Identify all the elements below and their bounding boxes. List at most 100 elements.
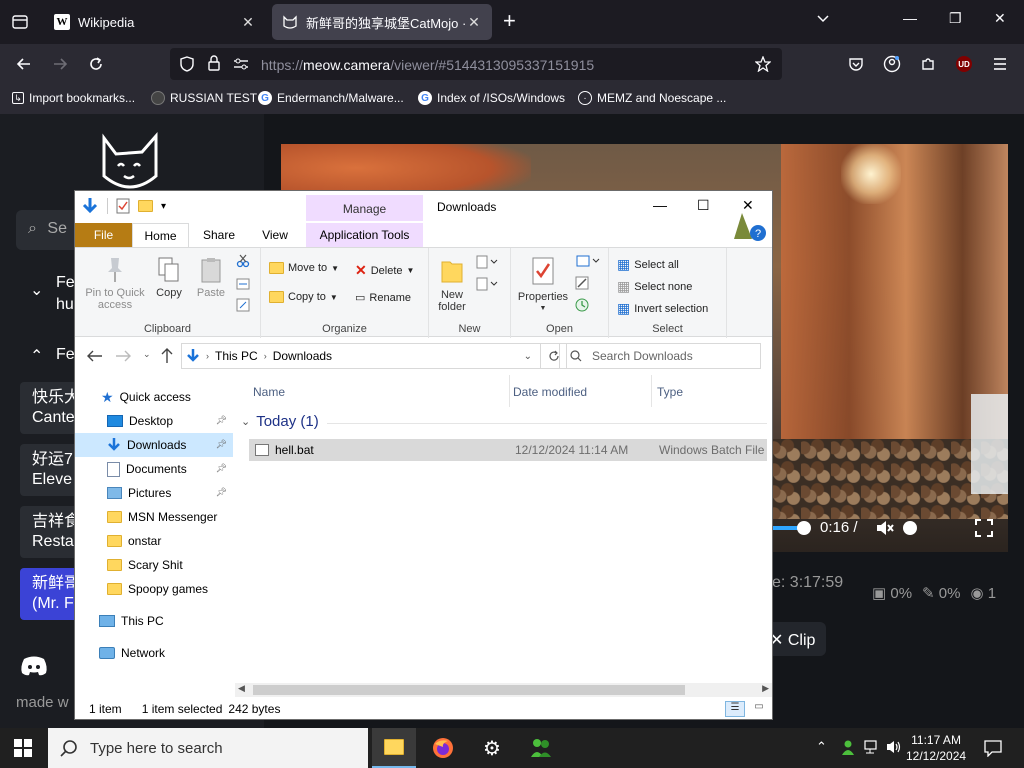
cut-icon[interactable]: [236, 254, 250, 268]
paste-shortcut-icon[interactable]: [236, 298, 250, 312]
explorer-maximize-button[interactable]: ☐: [697, 197, 710, 214]
qat-dropdown-icon[interactable]: ▾: [161, 201, 166, 212]
bookmark-import[interactable]: ↳ Import bookmarks...: [12, 91, 135, 105]
discord-icon[interactable]: [20, 654, 48, 678]
scroll-right-icon[interactable]: ▶: [762, 683, 769, 694]
scroll-left-icon[interactable]: ◀: [238, 683, 245, 694]
details-view-icon[interactable]: ☰: [725, 701, 745, 717]
nav-scary-shit[interactable]: Scary Shit: [75, 553, 233, 577]
select-all-button[interactable]: ▦ Select all: [617, 256, 679, 273]
properties-check-icon[interactable]: [116, 198, 130, 214]
menu-button[interactable]: [988, 52, 1012, 76]
tab-application-tools[interactable]: Application Tools: [306, 223, 423, 247]
forward-arrow-icon[interactable]: [115, 350, 131, 362]
speaker-icon[interactable]: [886, 739, 902, 755]
address-dropdown-icon[interactable]: ⌄: [524, 351, 532, 362]
move-to-button[interactable]: Move to ▼: [269, 262, 339, 274]
paste-button[interactable]: Paste: [193, 256, 229, 299]
tray-overflow-icon[interactable]: ⌃: [816, 739, 827, 755]
permissions-icon[interactable]: [233, 57, 249, 71]
network-icon[interactable]: [864, 739, 880, 755]
tab-share[interactable]: Share: [195, 223, 243, 247]
nav-this-pc[interactable]: This PC: [75, 609, 233, 633]
properties-button[interactable]: Properties ▼: [515, 256, 571, 315]
new-tab-button[interactable]: +: [503, 10, 516, 32]
recent-locations-icon[interactable]: ⌄: [143, 349, 151, 360]
minimize-button[interactable]: —: [903, 10, 917, 26]
tab-view[interactable]: View: [251, 223, 299, 247]
pin-quick-access-button[interactable]: Pin to Quick access: [81, 256, 149, 311]
bookmark-isos[interactable]: G Index of /ISOs/Windows: [418, 91, 565, 105]
muted-speaker-icon[interactable]: [875, 519, 895, 537]
maximize-button[interactable]: ❐: [949, 10, 962, 27]
tab-catmojo[interactable]: 新鲜哥的独享城堡CatMojo · m ✕: [272, 4, 492, 40]
bookmark-endermanch[interactable]: G Endermanch/Malware...: [258, 91, 404, 105]
column-name[interactable]: Name: [253, 375, 285, 407]
lock-icon[interactable]: [207, 55, 221, 71]
star-icon[interactable]: [755, 56, 771, 72]
list-all-tabs-button[interactable]: [816, 12, 830, 31]
nav-network[interactable]: Network: [75, 641, 233, 665]
bookmark-russian-test[interactable]: RUSSIAN TEST: [151, 91, 257, 105]
url-bar[interactable]: https://meow.camera/viewer/#514431309533…: [170, 48, 782, 80]
file-row[interactable]: hell.bat 12/12/2024 11:14 AM Windows Bat…: [249, 439, 767, 461]
nav-msn-messenger[interactable]: MSN Messenger: [75, 505, 233, 529]
tab-wikipedia[interactable]: W Wikipedia ✕: [44, 4, 266, 40]
column-date-modified[interactable]: Date modified: [513, 375, 587, 407]
reload-button[interactable]: [84, 52, 108, 76]
close-window-button[interactable]: ✕: [994, 10, 1006, 27]
new-folder-icon[interactable]: [138, 200, 153, 212]
new-item-icon[interactable]: [475, 254, 499, 270]
copy-path-icon[interactable]: [236, 278, 250, 290]
address-bar[interactable]: › This PC › Downloads ⌄: [181, 343, 541, 369]
tab-manager-button[interactable]: [8, 10, 32, 34]
notifications-icon[interactable]: [984, 739, 1002, 757]
nav-spoopy-games[interactable]: Spoopy games: [75, 577, 233, 601]
scrollbar-thumb[interactable]: [253, 685, 685, 695]
rename-button[interactable]: ▭ Rename: [355, 291, 411, 305]
nav-documents[interactable]: Documents 📌︎: [75, 457, 233, 481]
copy-button[interactable]: Copy: [153, 256, 185, 299]
large-icons-view-icon[interactable]: ▭: [751, 701, 767, 717]
windows-start-icon[interactable]: [14, 739, 32, 757]
copy-to-button[interactable]: Copy to ▼: [269, 291, 338, 303]
shield-icon[interactable]: [179, 56, 195, 72]
pocket-button[interactable]: [844, 52, 868, 76]
tray-buddy-icon[interactable]: [840, 739, 856, 755]
breadcrumb-downloads[interactable]: Downloads: [273, 349, 332, 363]
tab-home[interactable]: Home: [132, 223, 189, 247]
close-tab-icon[interactable]: ✕: [466, 14, 482, 31]
bookmark-memz[interactable]: · MEMZ and Noescape ...: [578, 91, 726, 105]
taskbar-settings[interactable]: ⚙: [470, 728, 514, 768]
nav-desktop[interactable]: Desktop 📌︎: [75, 409, 233, 433]
nav-downloads[interactable]: Downloads 📌︎: [75, 433, 233, 457]
group-header-today[interactable]: ⌄ Today (1): [241, 413, 767, 430]
taskbar-firefox[interactable]: [421, 728, 465, 768]
select-none-button[interactable]: ▦ Select none: [617, 278, 692, 295]
edit-icon[interactable]: [575, 276, 589, 290]
tab-file[interactable]: File: [75, 223, 132, 247]
taskbar-clock[interactable]: 11:17 AM 12/12/2024: [906, 732, 966, 764]
volume-slider-handle[interactable]: [903, 521, 917, 535]
delete-button[interactable]: ✕ Delete ▼: [355, 262, 414, 279]
fullscreen-icon[interactable]: [975, 519, 993, 537]
history-icon[interactable]: [575, 298, 589, 312]
column-type[interactable]: Type: [657, 375, 683, 407]
column-divider[interactable]: [509, 375, 510, 407]
close-tab-icon[interactable]: ✕: [240, 14, 256, 31]
account-button[interactable]: [880, 52, 904, 76]
invert-selection-button[interactable]: ▦ Invert selection: [617, 300, 708, 317]
search-downloads-input[interactable]: Search Downloads: [559, 343, 761, 369]
down-arrow-icon[interactable]: [81, 197, 99, 215]
up-arrow-icon[interactable]: [161, 348, 173, 364]
open-icon[interactable]: [575, 254, 601, 268]
horizontal-scrollbar[interactable]: ◀ ▶: [235, 683, 772, 697]
taskbar-msn-messenger[interactable]: [519, 728, 563, 768]
back-button[interactable]: [12, 52, 36, 76]
new-folder-button[interactable]: New folder: [433, 256, 471, 313]
extensions-button[interactable]: [916, 52, 940, 76]
explorer-minimize-button[interactable]: —: [653, 197, 667, 213]
back-arrow-icon[interactable]: [87, 350, 103, 362]
breadcrumb-this-pc[interactable]: This PC: [215, 349, 258, 363]
nav-pictures[interactable]: Pictures 📌︎: [75, 481, 233, 505]
